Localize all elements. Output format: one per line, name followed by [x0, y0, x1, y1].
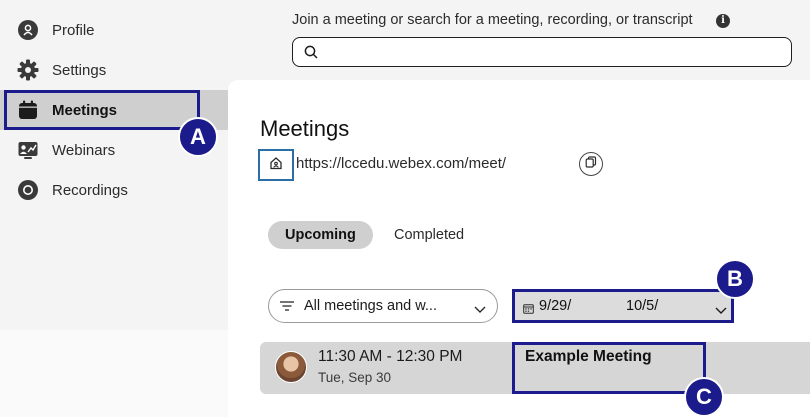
sidebar-item-profile[interactable]: Profile: [0, 10, 228, 50]
main-panel: Meetings https://lccedu.webex.com/meet/ …: [228, 80, 810, 417]
meeting-time: 11:30 AM - 12:30 PM: [318, 348, 463, 365]
meeting-title-highlight: Example Meeting: [512, 342, 706, 394]
chevron-down-icon: [474, 301, 486, 319]
personal-room-url[interactable]: https://lccedu.webex.com/meet/: [296, 155, 506, 172]
callout-frame-a: [4, 90, 200, 130]
date-range-picker[interactable]: 9/29/ 10/5/: [512, 289, 734, 323]
callout-badge-a: A: [178, 117, 218, 157]
date-range-end[interactable]: 10/5/: [626, 298, 658, 314]
info-icon[interactable]: i: [716, 14, 730, 28]
search-icon: [304, 45, 318, 64]
search-input[interactable]: [292, 37, 792, 67]
page-title: Meetings: [260, 116, 350, 141]
date-range-start[interactable]: 9/29/: [539, 298, 571, 314]
record-icon: [17, 179, 39, 201]
tab-completed[interactable]: Completed: [377, 221, 481, 249]
filter-icon: [279, 299, 295, 318]
callout-badge-b: B: [715, 259, 755, 299]
sidebar-item-label: Settings: [52, 61, 107, 79]
sidebar-item-label: Webinars: [52, 141, 116, 159]
sidebar: Profile Settings Meetings Webinars Recor…: [0, 0, 228, 330]
sidebar-item-recordings[interactable]: Recordings: [0, 170, 228, 210]
gear-icon: [17, 59, 39, 81]
profile-icon: [17, 19, 39, 41]
calendar-icon: [523, 301, 534, 319]
tab-upcoming[interactable]: Upcoming: [268, 221, 373, 249]
sidebar-footer: [0, 330, 228, 417]
chevron-down-icon: [715, 302, 727, 320]
sidebar-item-label: Profile: [52, 21, 95, 39]
copy-link-button[interactable]: [579, 152, 603, 176]
copy-icon: [585, 155, 597, 173]
avatar: [275, 351, 307, 383]
meeting-list-item[interactable]: 11:30 AM - 12:30 PM Tue, Sep 30 Example …: [260, 342, 810, 394]
home-icon: [269, 156, 283, 175]
callout-badge-c: C: [684, 377, 724, 417]
meeting-date: Tue, Sep 30: [318, 370, 392, 385]
search-hint: Join a meeting or search for a meeting, …: [292, 12, 693, 28]
personal-room-button[interactable]: [258, 149, 294, 181]
webinar-icon: [17, 139, 39, 161]
meeting-title[interactable]: Example Meeting: [525, 348, 652, 366]
meeting-filter-select[interactable]: All meetings and w...: [268, 289, 498, 323]
sidebar-item-settings[interactable]: Settings: [0, 50, 228, 90]
sidebar-item-label: Recordings: [52, 181, 128, 199]
filter-value: All meetings and w...: [304, 298, 437, 314]
